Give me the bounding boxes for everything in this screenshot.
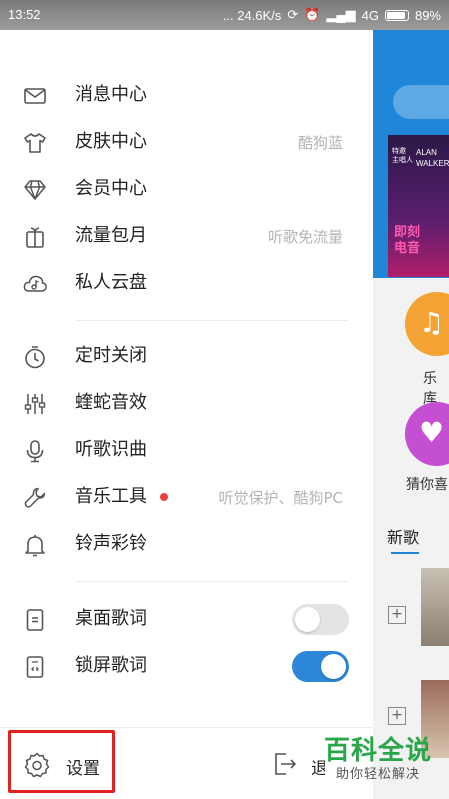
menu-item-label: 铃声彩铃	[75, 533, 147, 554]
menu-item-cloud[interactable]: 私人云盘	[0, 260, 373, 306]
song-thumbnail[interactable]	[421, 568, 449, 646]
banner-text-2: ALAN WALKER	[416, 148, 449, 168]
menu-item-label: 音乐工具	[75, 486, 147, 507]
status-bar: 13:52 ... 24.6K/s ⟳ ⏰ ▂▄▆ 4G 89%	[0, 0, 449, 30]
banner-text-3: 即刻 电音	[394, 225, 421, 256]
menu-item-label: 私人云盘	[75, 272, 147, 293]
signal-icon: ▂▄▆	[326, 7, 356, 22]
watermark: 百科全说 助你轻松解决	[319, 736, 437, 783]
menu-item-label: 皮肤中心	[75, 131, 147, 152]
watermark-title: 百科全说	[323, 736, 432, 766]
cloud-music-icon	[22, 271, 48, 297]
wrench-icon	[22, 485, 48, 511]
watermark-subtitle: 助你轻松解决	[335, 767, 420, 782]
menu-item-lockscreen-lyrics[interactable]: 锁屏歌词	[0, 643, 373, 689]
background-header: 特邀 主唱人 ALAN WALKER 即刻 电音	[373, 30, 449, 278]
menu-item-label: 定时关闭	[75, 345, 147, 366]
menu-divider	[75, 320, 349, 321]
menu-item-song-recognition[interactable]: 听歌识曲	[0, 427, 373, 473]
menu-item-data-plan[interactable]: 流量包月 听歌免流量	[0, 213, 373, 259]
add-song-button[interactable]: +	[388, 707, 406, 725]
notification-badge	[160, 493, 168, 501]
menu-item-label: 会员中心	[75, 178, 147, 199]
side-drawer: 消息中心 皮肤中心 酷狗蓝 会员中心 流量包月 听歌免流量 私人云盘 定时关闭	[0, 30, 373, 799]
menu-divider	[75, 581, 349, 582]
background-search-box[interactable]	[393, 85, 449, 119]
menu-item-ringtones[interactable]: 铃声彩铃	[0, 521, 373, 567]
add-song-button[interactable]: +	[388, 606, 406, 624]
menu-item-sound-effects[interactable]: 蝰蛇音效	[0, 380, 373, 426]
menu-item-label: 流量包月	[75, 225, 147, 246]
gear-icon[interactable]	[23, 751, 51, 779]
sync-icon: ⟳	[287, 7, 299, 22]
menu-item-subtitle: 听觉保护、酷狗PC	[218, 489, 343, 507]
menu-item-label: 桌面歌词	[75, 608, 147, 629]
status-time: 13:52	[8, 7, 41, 22]
desktop-lyrics-icon	[22, 607, 48, 633]
battery-icon	[384, 9, 409, 21]
menu-item-subtitle: 酷狗蓝	[297, 134, 343, 152]
menu-item-music-tools[interactable]: 音乐工具 听觉保护、酷狗PC	[0, 474, 373, 520]
menu-item-desktop-lyrics[interactable]: 桌面歌词	[0, 596, 373, 642]
mic-icon	[22, 438, 48, 464]
menu-item-skins[interactable]: 皮肤中心 酷狗蓝	[0, 119, 373, 165]
equalizer-icon	[22, 391, 48, 417]
net-speed: ... 24.6K/s	[222, 7, 282, 23]
menu-item-label: 锁屏歌词	[75, 655, 147, 676]
menu-item-messages[interactable]: 消息中心	[0, 72, 373, 118]
menu-item-subtitle: 听歌免流量	[267, 228, 343, 246]
menu-item-label: 消息中心	[75, 84, 147, 105]
banner-text-1: 特邀 主唱人	[392, 148, 413, 164]
menu-item-label: 听歌识曲	[75, 439, 147, 460]
status-indicators: ... 24.6K/s ⟳ ⏰ ▂▄▆ 4G 89%	[223, 7, 441, 23]
bell-icon	[22, 532, 48, 558]
lockscreen-lyrics-toggle[interactable]	[292, 651, 349, 682]
guess-you-like-tile[interactable]: ♥	[405, 402, 449, 466]
toggle-knob	[321, 654, 346, 679]
menu-item-sleep-timer[interactable]: 定时关闭	[0, 333, 373, 379]
mail-icon	[22, 83, 48, 109]
music-note-icon: ♫	[419, 306, 445, 339]
exit-icon[interactable]	[271, 750, 299, 778]
tshirt-icon	[22, 130, 48, 156]
settings-button[interactable]: 设置	[66, 754, 100, 779]
menu-item-vip[interactable]: 会员中心	[0, 166, 373, 212]
drawer-footer: 设置 退出	[0, 727, 373, 799]
radio-icon: ♥	[419, 416, 445, 449]
toggle-knob	[295, 607, 320, 632]
tile-label-guess: 猜你喜	[406, 477, 448, 493]
diamond-icon	[22, 177, 48, 203]
gift-icon	[22, 224, 48, 250]
new-songs-underline	[391, 552, 419, 554]
new-songs-tab[interactable]: 新歌	[387, 524, 419, 548]
music-library-tile[interactable]: ♫	[405, 292, 449, 356]
battery-percent: 89%	[414, 7, 441, 23]
network-type: 4G	[361, 7, 379, 23]
desktop-lyrics-toggle[interactable]	[292, 604, 349, 635]
alarm-icon: ⏰	[304, 7, 321, 22]
lockscreen-lyrics-icon	[22, 654, 48, 680]
background-app[interactable]: 特邀 主唱人 ALAN WALKER 即刻 电音 ♫ 乐库 ♥ 猜你喜 新歌 +…	[373, 30, 449, 799]
background-banner[interactable]: 特邀 主唱人 ALAN WALKER 即刻 电音	[388, 135, 449, 277]
timer-icon	[22, 344, 48, 370]
menu-item-label: 蝰蛇音效	[75, 392, 147, 413]
